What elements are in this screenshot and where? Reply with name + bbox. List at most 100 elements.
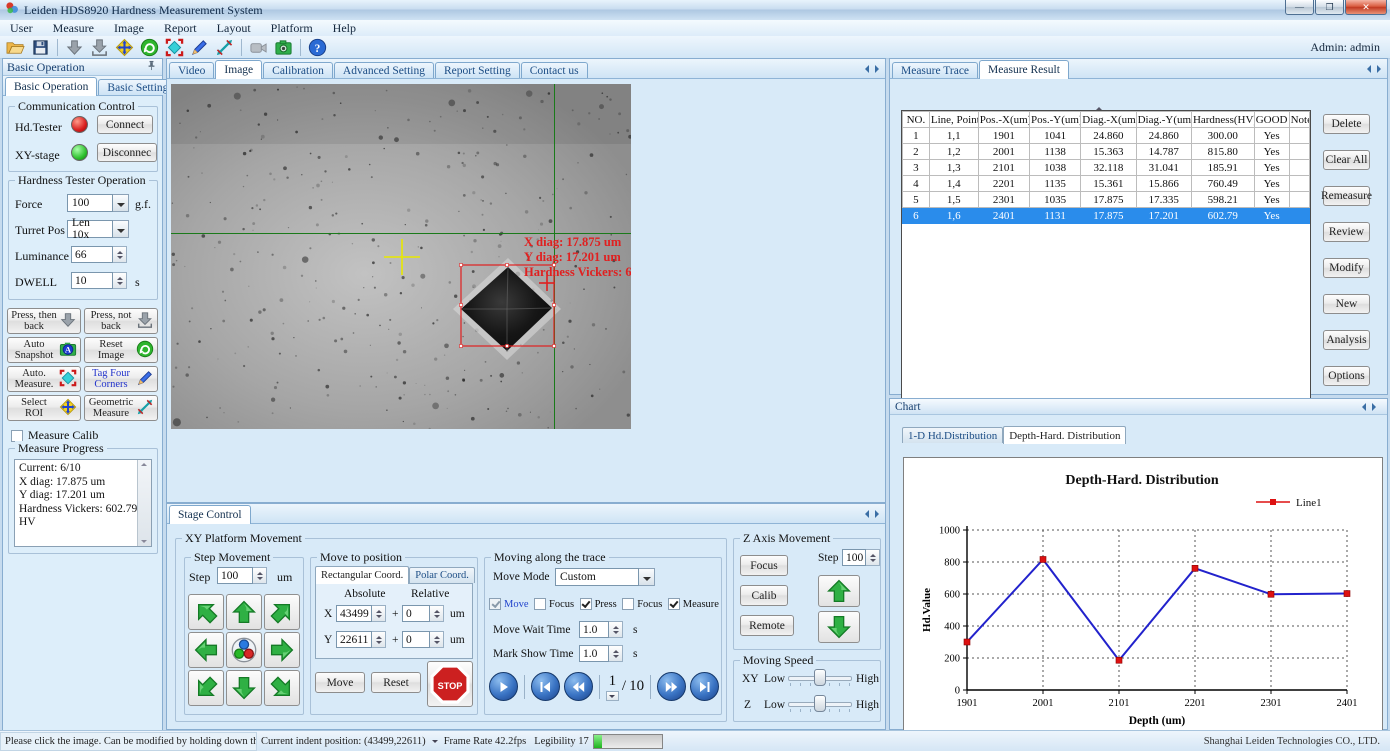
tab-scroll-left-icon[interactable]	[865, 510, 869, 518]
tab-advanced-setting[interactable]: Advanced Setting	[334, 62, 434, 78]
indent-position-dropdown[interactable]	[430, 733, 440, 750]
move-mode-dropdown[interactable]: Custom	[555, 568, 655, 586]
review-button[interactable]: Review	[1323, 222, 1370, 242]
luminance-stepper[interactable]: 66	[71, 246, 127, 263]
spinner-arrows-icon[interactable]	[113, 272, 127, 289]
xy-center-button[interactable]	[226, 632, 262, 668]
xy-move-down-button[interactable]	[226, 670, 262, 706]
slider-thumb[interactable]	[814, 695, 826, 712]
analysis-button[interactable]: Analysis	[1323, 330, 1370, 350]
auto-measure-icon[interactable]	[163, 37, 186, 57]
menu-measure[interactable]: Measure	[53, 21, 94, 36]
pin-icon[interactable]	[145, 59, 158, 76]
mark-show-time-stepper[interactable]: 1.0	[579, 645, 623, 662]
xy-move-up-right-button[interactable]	[264, 594, 300, 630]
press-not-back-icon[interactable]	[88, 37, 111, 57]
focus-checkbox[interactable]	[534, 598, 546, 610]
auto-snapshot-button[interactable]: Auto SnapshotA	[7, 337, 81, 363]
tab-stage-control[interactable]: Stage Control	[169, 505, 251, 524]
tab-scroll-left-icon[interactable]	[1367, 65, 1371, 73]
xy-speed-slider[interactable]	[788, 669, 852, 687]
measure-result-table[interactable]: NO.Line, PointPos.-X(um)Pos.-Y(um)Diag.-…	[901, 110, 1311, 409]
tab-rectangular-coord[interactable]: Rectangular Coord.	[315, 566, 409, 584]
specimen-image[interactable]: X diag: 17.875 um Y diag: 17.201 um Hard…	[171, 84, 631, 429]
xy-move-up-button[interactable]	[226, 594, 262, 630]
tab-polar-coord[interactable]: Polar Coord.	[409, 567, 475, 583]
col-header[interactable]: Hardness(HV)	[1191, 112, 1254, 128]
xy-move-down-left-button[interactable]	[188, 670, 224, 706]
dropdown-arrow-icon[interactable]	[639, 568, 655, 586]
play-button[interactable]	[489, 672, 518, 701]
tag-four-corners-button[interactable]: Tag Four Corners	[84, 366, 158, 392]
xy-move-right-button[interactable]	[264, 632, 300, 668]
disconnect-button[interactable]: Disconnec	[97, 143, 157, 162]
pager-dropdown-icon[interactable]	[606, 691, 619, 701]
xy-move-up-left-button[interactable]	[188, 594, 224, 630]
geometric-measure-button[interactable]: Geometric Measure	[84, 395, 158, 421]
table-row[interactable]: 61,62401113117.87517.201602.79Yes	[903, 208, 1310, 224]
tab-contact-us[interactable]: Contact us	[521, 62, 588, 78]
table-row[interactable]: 31,32101103832.11831.041185.91Yes	[903, 160, 1310, 176]
tab-scroll-right-icon[interactable]	[1372, 403, 1376, 411]
menu-layout[interactable]: Layout	[217, 21, 251, 36]
new-button[interactable]: New	[1323, 294, 1370, 314]
tab-scroll-right-icon[interactable]	[1377, 65, 1381, 73]
delete-button[interactable]: Delete	[1323, 114, 1370, 134]
pencil-icon[interactable]	[188, 37, 211, 57]
next-button[interactable]	[657, 672, 686, 701]
tab-report-setting[interactable]: Report Setting	[435, 62, 520, 78]
move-checkbox[interactable]	[489, 598, 501, 610]
y-relative-stepper[interactable]: 0	[402, 631, 444, 648]
spinner-arrows-icon[interactable]	[430, 631, 444, 648]
xy-move-down-right-button[interactable]	[264, 670, 300, 706]
spinner-arrows-icon[interactable]	[372, 631, 386, 648]
modify-button[interactable]: Modify	[1323, 258, 1370, 278]
table-row[interactable]: 41,42201113515.36115.866760.49Yes	[903, 176, 1310, 192]
last-button[interactable]	[690, 672, 719, 701]
measure-calib-checkbox[interactable]	[11, 430, 23, 442]
col-header[interactable]: Line, Point	[929, 112, 978, 128]
menu-image[interactable]: Image	[114, 21, 144, 36]
col-header[interactable]: Note	[1289, 112, 1309, 128]
focus-button[interactable]: Focus	[740, 555, 788, 576]
spinner-arrows-icon[interactable]	[113, 246, 127, 263]
remeasure-button[interactable]: Remeasure	[1323, 186, 1370, 206]
spinner-arrows-icon[interactable]	[372, 605, 386, 622]
tab-image[interactable]: Image	[215, 60, 262, 79]
z-speed-slider[interactable]	[788, 695, 852, 713]
force-dropdown[interactable]: 100	[67, 194, 129, 212]
scroll-up-icon[interactable]	[141, 463, 147, 466]
x-relative-stepper[interactable]: 0	[402, 605, 444, 622]
tab-depth-hard-distribution[interactable]: Depth-Hard. Distribution	[1003, 426, 1126, 444]
calib-button[interactable]: Calib	[740, 585, 788, 606]
first-button[interactable]	[531, 672, 560, 701]
slider-thumb[interactable]	[814, 669, 826, 686]
auto-measure--button[interactable]: Auto. Measure.	[7, 366, 81, 392]
tab-measure-trace[interactable]: Measure Trace	[892, 62, 978, 78]
press-checkbox[interactable]	[580, 598, 592, 610]
table-row[interactable]: 11,11901104124.86024.860300.00Yes	[903, 128, 1310, 144]
measure-progress-textbox[interactable]: Current: 6/10X diag: 17.875 umY diag: 17…	[14, 459, 152, 547]
open-folder-icon[interactable]	[4, 37, 27, 57]
select-roi-button[interactable]: Select ROI	[7, 395, 81, 421]
spinner-arrows-icon[interactable]	[609, 621, 623, 638]
press-not-back-button[interactable]: Press, not back	[84, 308, 158, 334]
menu-report[interactable]: Report	[164, 21, 197, 36]
video-camera-icon[interactable]	[247, 37, 270, 57]
tab-basic-operation[interactable]: Basic Operation	[5, 77, 97, 96]
prev-button[interactable]	[564, 672, 593, 701]
reset-button[interactable]: Reset	[371, 672, 421, 693]
col-header[interactable]: Pos.-X(um)	[978, 112, 1029, 128]
spinner-arrows-icon[interactable]	[253, 567, 267, 584]
spinner-arrows-icon[interactable]	[609, 645, 623, 662]
scroll-down-icon[interactable]	[141, 540, 147, 543]
restore-button[interactable]: ❐	[1315, 0, 1344, 15]
tab-scroll-left-icon[interactable]	[865, 65, 869, 73]
menu-help[interactable]: Help	[333, 21, 356, 36]
x-absolute-stepper[interactable]: 43499	[336, 605, 386, 622]
snapshot-camera-icon[interactable]	[272, 37, 295, 57]
remote-button[interactable]: Remote	[740, 615, 794, 636]
spinner-arrows-icon[interactable]	[430, 605, 444, 622]
help-icon[interactable]: ?	[306, 37, 329, 57]
z-step-stepper[interactable]: 100	[842, 549, 880, 566]
